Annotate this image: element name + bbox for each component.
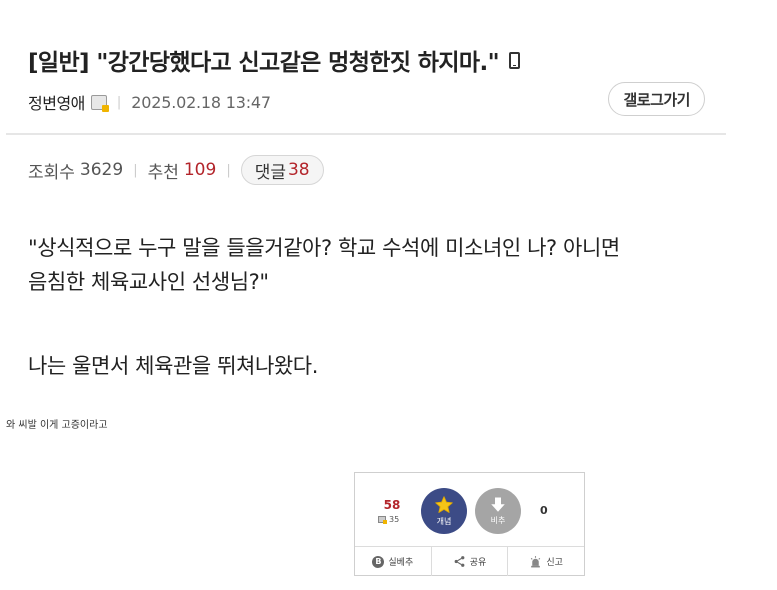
- upvote-count: 58: [383, 498, 401, 512]
- upvote-button[interactable]: 개념: [421, 488, 467, 534]
- share-button[interactable]: 공유: [432, 547, 509, 576]
- report-button[interactable]: 신고: [508, 547, 584, 576]
- fixed-upvote-number: 35: [389, 515, 400, 524]
- post-stats: 조회수 3629 | 추천 109 | 댓글 38: [28, 155, 324, 185]
- gallog-button[interactable]: 갤로그가기: [608, 82, 705, 116]
- vote-actions: B 실베추 공유 신고: [355, 546, 584, 576]
- downvote-button[interactable]: 비추: [475, 488, 521, 534]
- recommend-label: 추천: [147, 162, 179, 183]
- views-count: 3629: [79, 160, 124, 180]
- views-label: 조회수: [28, 162, 75, 183]
- post-date: 2025.02.18 13:47: [131, 92, 271, 112]
- comments-label: 댓글: [254, 162, 286, 183]
- header-divider: [6, 133, 726, 135]
- upvote-label: 개념: [436, 517, 452, 526]
- vote-top: 58 35 개념 비추 0: [355, 473, 584, 546]
- real-recommend-button[interactable]: B 실베추: [355, 547, 432, 576]
- post-meta: 정변영애 | 2025.02.18 13:47: [28, 89, 271, 115]
- vote-box: 58 35 개념 비추 0 B 실베추 공유 신고: [354, 472, 585, 576]
- meta-separator: |: [116, 94, 122, 110]
- stats-separator: |: [226, 162, 231, 178]
- content-line-2: 음침한 체육교사인 선생님?": [28, 270, 269, 294]
- recommend-count: 109: [183, 160, 217, 180]
- post-title: [일반] "강간당했다고 신고같은 멍청한짓 하지마.": [28, 43, 520, 77]
- comment-count-button[interactable]: 댓글 38: [240, 155, 324, 185]
- real-recommend-label: 실베추: [388, 558, 414, 568]
- post-title-text: [일반] "강간당했다고 신고같은 멍청한짓 하지마.": [28, 50, 500, 76]
- small-comment-text: 와 씨발 이게 고증이라고: [6, 420, 108, 431]
- comments-count: 38: [287, 160, 310, 180]
- star-icon: [435, 496, 453, 513]
- fixed-user-icon: [90, 94, 109, 112]
- siren-icon: [531, 556, 541, 568]
- down-arrow-icon: [491, 497, 505, 512]
- fixed-user-icon: [378, 516, 387, 524]
- share-label: 공유: [469, 558, 487, 568]
- content-line-3: 나는 울면서 체육관을 뛰쳐나왔다.: [28, 354, 318, 378]
- content-line-1: "상식적으로 누구 말을 들을거같아? 학교 수석에 미소녀인 나? 아니면: [28, 236, 620, 260]
- mobile-icon: [509, 51, 520, 69]
- share-icon: [454, 556, 465, 567]
- fixed-upvote-count: 35: [378, 515, 399, 524]
- downvote-label: 비추: [490, 516, 506, 525]
- stats-separator: |: [133, 162, 138, 178]
- downvote-count: 0: [540, 504, 548, 517]
- author-nickname[interactable]: 정변영애: [28, 90, 85, 114]
- b-badge-icon: B: [372, 555, 385, 568]
- report-label: 신고: [546, 558, 563, 568]
